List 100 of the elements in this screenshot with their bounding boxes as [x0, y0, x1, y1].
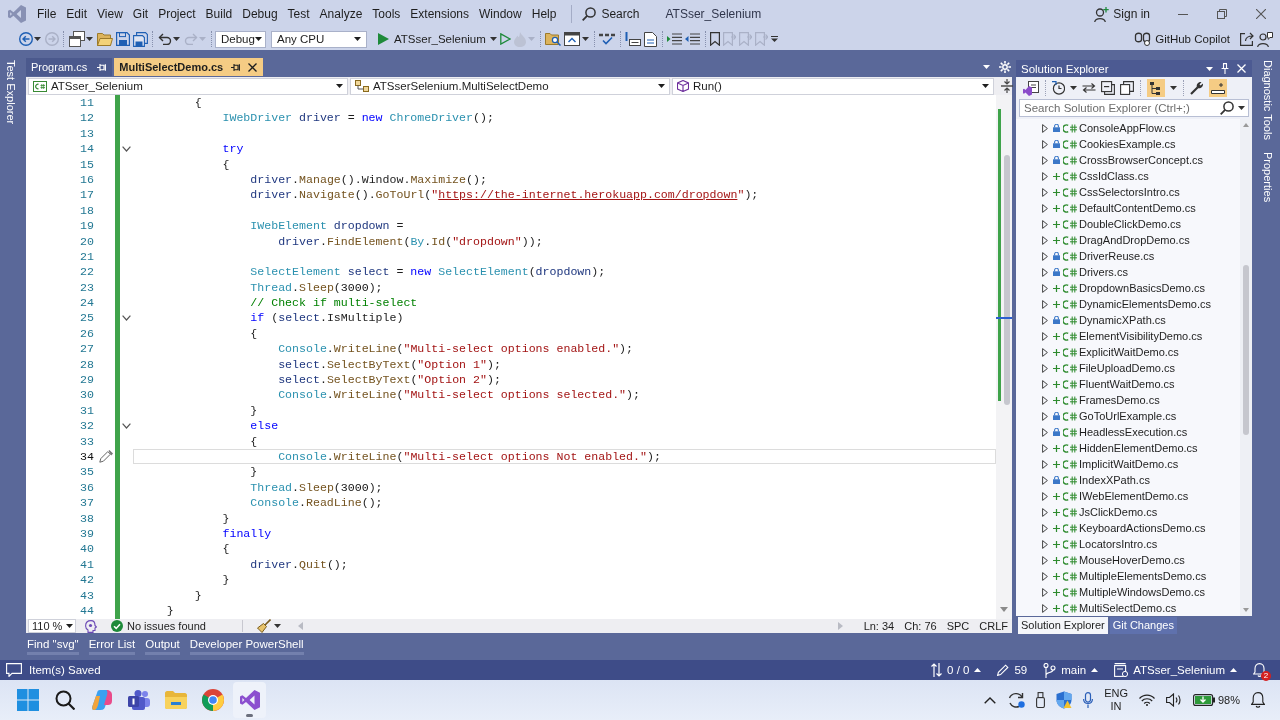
share-icon[interactable] — [1239, 32, 1254, 46]
collapse-chevron-icon[interactable] — [122, 422, 131, 429]
type-dropdown[interactable]: ATSserSelenium.MultiSelectDemo — [350, 77, 670, 95]
feedback-icon[interactable] — [1256, 31, 1273, 47]
sync-icon[interactable] — [1007, 692, 1026, 708]
pin-icon[interactable] — [231, 62, 241, 72]
caret-icon[interactable] — [34, 37, 41, 41]
panel-tab[interactable]: Solution Explorer — [1018, 617, 1108, 634]
menu-item[interactable]: Analyze — [314, 3, 368, 25]
expand-arrow-icon[interactable] — [1042, 587, 1048, 597]
expand-arrow-icon[interactable] — [1042, 539, 1048, 549]
copy-icon[interactable] — [1120, 81, 1134, 95]
tree-item[interactable]: CookiesExample.cs — [1016, 136, 1240, 152]
expand-arrow-icon[interactable] — [1042, 187, 1048, 197]
collapse-chevron-icon[interactable] — [122, 145, 131, 152]
tree-item[interactable]: DragAndDropDemo.cs — [1016, 232, 1240, 248]
tree-item[interactable]: CssSelectorsIntro.cs — [1016, 184, 1240, 200]
side-tab[interactable]: Properties — [1262, 151, 1274, 203]
menu-item[interactable]: Window — [474, 3, 527, 25]
caret-icon[interactable] — [983, 65, 990, 69]
sign-in-button[interactable]: Sign in — [1094, 6, 1150, 22]
menu-item[interactable]: Tools — [367, 3, 406, 25]
tree-item[interactable]: DefaultContentDemo.cs — [1016, 200, 1240, 216]
tree-item[interactable]: LocatorsIntro.cs — [1016, 536, 1240, 552]
tree-item[interactable]: FramesDemo.cs — [1016, 392, 1240, 408]
expand-arrow-icon[interactable] — [1042, 475, 1048, 485]
undo-icon[interactable] — [157, 33, 172, 45]
expand-arrow-icon[interactable] — [1042, 411, 1048, 421]
expand-arrow-icon[interactable] — [1042, 315, 1048, 325]
line-ending-indicator[interactable]: CRLF — [979, 620, 1008, 632]
expand-arrow-icon[interactable] — [1042, 523, 1048, 533]
clock-icon[interactable] — [1052, 81, 1065, 95]
restore-icon[interactable] — [1216, 9, 1227, 19]
caret-icon[interactable] — [1170, 86, 1177, 90]
tree-item[interactable]: ElementVisibilityDemo.cs — [1016, 328, 1240, 344]
chevron-up-icon[interactable] — [984, 696, 997, 704]
tree-item[interactable]: DriverReuse.cs — [1016, 248, 1240, 264]
expand-arrow-icon[interactable] — [1042, 203, 1048, 213]
overflow-icon[interactable] — [771, 36, 779, 42]
tree-item[interactable]: HiddenElementDemo.cs — [1016, 440, 1240, 456]
caret-icon[interactable] — [1070, 86, 1077, 90]
expand-arrow-icon[interactable] — [1042, 507, 1048, 517]
menu-item[interactable]: Debug — [237, 3, 283, 25]
expand-arrow-icon[interactable] — [1042, 427, 1048, 437]
start-button[interactable]: ATSser_Selenium — [378, 33, 486, 45]
tree-item[interactable]: MultipleElementsDemo.cs — [1016, 568, 1240, 584]
tree-item[interactable]: GoToUrlExample.cs — [1016, 408, 1240, 424]
spell-check-icon[interactable] — [599, 32, 616, 46]
tool-window-tab[interactable]: Error List — [88, 636, 136, 655]
expand-arrow-icon[interactable] — [1042, 123, 1048, 133]
tool-window-tab[interactable]: Find "svg" — [27, 636, 79, 655]
tree-item[interactable]: MultiSelectDemo.cs — [1016, 600, 1240, 616]
tree-item[interactable]: ConsoleAppFlow.cs — [1016, 120, 1240, 136]
tree-item[interactable]: HeadlessExecution.cs — [1016, 424, 1240, 440]
expand-arrow-icon[interactable] — [1042, 491, 1048, 501]
volume-icon[interactable] — [1165, 693, 1182, 707]
expand-arrow-icon[interactable] — [1042, 299, 1048, 309]
configuration-dropdown[interactable]: Debug — [215, 30, 266, 48]
line-indicator[interactable]: Ln: 34 — [863, 620, 895, 632]
indent-icon[interactable] — [667, 33, 683, 45]
menu-item[interactable]: Edit — [61, 3, 93, 25]
zoom-dropdown[interactable]: 110 % — [28, 619, 76, 633]
panel-tab[interactable]: Git Changes — [1109, 617, 1177, 634]
vertical-scrollbar[interactable] — [1240, 119, 1252, 616]
menu-item[interactable]: Help — [526, 3, 562, 25]
copilot-button[interactable]: GitHub Copilot — [1134, 32, 1230, 46]
branch-button[interactable]: main — [1043, 662, 1099, 678]
solution-icon[interactable] — [1023, 80, 1039, 96]
tree-item[interactable]: JsClickDemo.cs — [1016, 504, 1240, 520]
wifi-icon[interactable] — [1138, 694, 1155, 706]
back-icon[interactable] — [18, 32, 33, 46]
tree-item[interactable]: ExplicitWaitDemo.cs — [1016, 344, 1240, 360]
collapse-chevron-icon[interactable] — [122, 315, 131, 322]
side-tab[interactable]: Diagnostic Tools — [1262, 60, 1274, 140]
text-cursor-icon[interactable] — [625, 32, 642, 46]
menu-item[interactable]: Test — [282, 3, 315, 25]
tree-item[interactable]: CrossBrowserConcept.cs — [1016, 152, 1240, 168]
tree-item[interactable]: DynamicXPath.cs — [1016, 312, 1240, 328]
preview-icon[interactable] — [1209, 79, 1227, 97]
changes-button[interactable]: 59 — [997, 664, 1028, 676]
split-icon[interactable] — [1001, 79, 1013, 93]
battery-icon[interactable] — [1192, 694, 1215, 706]
menu-item[interactable]: Extensions — [405, 3, 475, 25]
expand-arrow-icon[interactable] — [1042, 363, 1048, 373]
tree-item[interactable]: FileUploadDemo.cs — [1016, 360, 1240, 376]
bell-icon[interactable] — [1251, 692, 1265, 708]
tree-item[interactable]: MouseHoverDemo.cs — [1016, 552, 1240, 568]
tree-item[interactable]: FluentWaitDemo.cs — [1016, 376, 1240, 392]
expand-arrow-icon[interactable] — [1042, 459, 1048, 469]
caret-icon[interactable] — [489, 37, 497, 41]
expand-arrow-icon[interactable] — [1042, 379, 1048, 389]
whitespace-indicator[interactable]: SPC — [946, 620, 970, 632]
head-icon[interactable] — [85, 619, 97, 633]
column-indicator[interactable]: Ch: 76 — [904, 620, 937, 632]
tool-window-tab[interactable]: Developer PowerShell — [189, 636, 304, 655]
menu-item[interactable]: View — [92, 3, 128, 25]
tree-item[interactable]: MultipleWindowsDemo.cs — [1016, 584, 1240, 600]
member-dropdown[interactable]: Run() — [672, 77, 994, 95]
pencil-icon[interactable] — [98, 450, 113, 464]
tree-item[interactable]: Drivers.cs — [1016, 264, 1240, 280]
